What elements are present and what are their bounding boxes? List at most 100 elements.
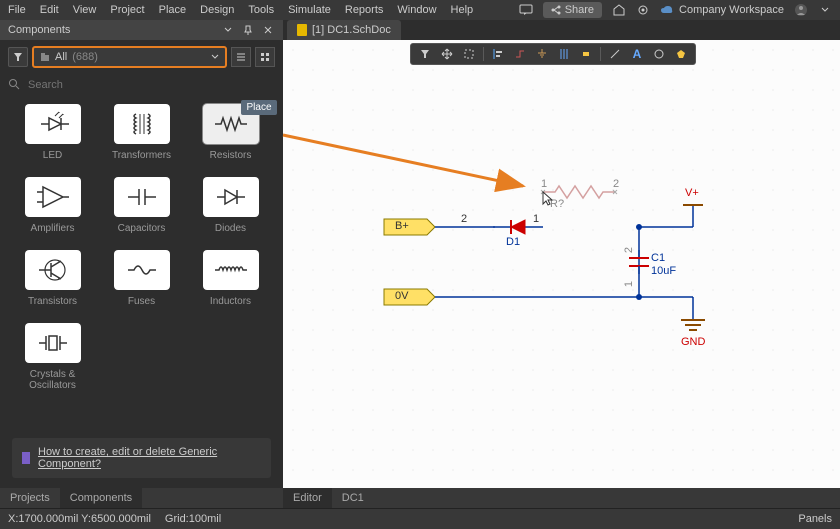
port-bplus-label: B+	[395, 220, 409, 232]
component-label: Diodes	[215, 223, 246, 234]
drag-arrow	[283, 40, 840, 240]
component-transformers[interactable]: Transformers	[101, 100, 182, 165]
panel-header: Components	[0, 20, 283, 40]
panel-title: Components	[8, 24, 70, 36]
bookmark-icon	[20, 451, 32, 465]
category-dropdown[interactable]: All (688)	[32, 46, 227, 68]
doc-tab-label: [1] DC1.SchDoc	[312, 24, 391, 36]
panels-button[interactable]: Panels	[798, 513, 832, 525]
pin-icon[interactable]	[241, 23, 255, 37]
panel-dropdown-icon[interactable]	[221, 23, 235, 37]
ghost-pin2: 2	[613, 178, 619, 190]
d1-ref: D1	[506, 236, 520, 248]
user-avatar[interactable]	[794, 3, 808, 17]
c1-pin2: 2	[623, 247, 635, 253]
polygon-icon[interactable]	[671, 45, 691, 63]
cloud-icon	[660, 5, 674, 15]
chevron-down-icon[interactable]	[818, 3, 832, 17]
home-icon[interactable]	[612, 3, 626, 17]
component-icon[interactable]	[576, 45, 596, 63]
share-label: Share	[565, 4, 594, 16]
menu-simulate[interactable]: Simulate	[288, 4, 331, 16]
component-label: Crystals & Oscillators	[12, 369, 93, 391]
component-diodes[interactable]: Diodes	[190, 173, 271, 238]
menu-reports[interactable]: Reports	[345, 4, 384, 16]
component-capacitors[interactable]: Capacitors	[101, 173, 182, 238]
port-0v[interactable]	[383, 288, 437, 306]
cursor-icon	[539, 190, 555, 208]
schematic-toolbar: A	[410, 43, 696, 65]
c1-pin1: 1	[623, 281, 635, 287]
move-icon[interactable]	[437, 45, 457, 63]
menu-tools[interactable]: Tools	[248, 4, 274, 16]
wire	[435, 296, 639, 298]
menu-right: Share Company Workspace	[519, 2, 832, 18]
menu-view[interactable]: View	[73, 4, 97, 16]
component-inductors[interactable]: Inductors	[190, 246, 271, 311]
ghost-pin1: 1	[541, 178, 547, 190]
gnd-icon[interactable]	[532, 45, 552, 63]
select-icon[interactable]	[459, 45, 479, 63]
filter-row: All (688)	[0, 40, 283, 74]
menu-project[interactable]: Project	[110, 4, 144, 16]
search-icon	[8, 78, 22, 92]
search-row	[0, 74, 283, 100]
filter-icon[interactable]	[415, 45, 435, 63]
category-count: (688)	[72, 51, 98, 63]
menu-left: File Edit View Project Place Design Tool…	[8, 4, 473, 16]
port-0v-label: 0V	[395, 290, 408, 302]
component-label: Transformers	[112, 150, 171, 161]
circle-icon[interactable]	[649, 45, 669, 63]
statusbar: X:1700.000mil Y:6500.000mil Grid:100mil …	[0, 508, 840, 529]
bottom-tabs: Projects Components Editor DC1	[0, 488, 840, 508]
tab-dc1[interactable]: DC1	[332, 488, 374, 508]
menu-help[interactable]: Help	[451, 4, 474, 16]
tab-projects[interactable]: Projects	[0, 488, 60, 508]
c1-val: 10uF	[651, 265, 676, 277]
folder-icon	[40, 52, 50, 62]
doc-tab[interactable]: [1] DC1.SchDoc	[287, 20, 401, 40]
chevron-down-icon	[211, 54, 219, 60]
comment-icon[interactable]	[519, 3, 533, 17]
bus-icon[interactable]	[554, 45, 574, 63]
grid-view-icon[interactable]	[255, 47, 275, 67]
status-grid: Grid:100mil	[165, 513, 221, 525]
menu-window[interactable]: Window	[397, 4, 436, 16]
text-icon[interactable]: A	[627, 45, 647, 63]
help-link[interactable]: How to create, edit or delete Generic Co…	[12, 438, 271, 478]
align-left-icon[interactable]	[488, 45, 508, 63]
d1-pin1: 1	[533, 213, 539, 225]
gear-icon[interactable]	[636, 3, 650, 17]
category-label: All	[55, 51, 67, 63]
list-view-icon[interactable]	[231, 47, 251, 67]
component-resistors[interactable]: PlaceResistors	[190, 100, 271, 165]
schematic-canvas[interactable]: 1 2 R? B+ 2 1 D1 0V	[283, 40, 840, 488]
menu-design[interactable]: Design	[200, 4, 234, 16]
component-label: Inductors	[210, 296, 251, 307]
component-label: Resistors	[210, 150, 252, 161]
help-link-label: How to create, edit or delete Generic Co…	[38, 446, 263, 470]
wire-icon[interactable]	[510, 45, 530, 63]
workspace-selector[interactable]: Company Workspace	[660, 4, 784, 16]
port-bplus[interactable]	[383, 218, 437, 236]
status-coords: X:1700.000mil Y:6500.000mil	[8, 513, 151, 525]
share-button[interactable]: Share	[543, 2, 602, 18]
close-icon[interactable]	[261, 23, 275, 37]
component-amplifiers[interactable]: Amplifiers	[12, 173, 93, 238]
component-transistors[interactable]: Transistors	[12, 246, 93, 311]
menu-place[interactable]: Place	[159, 4, 187, 16]
share-icon	[551, 5, 561, 15]
component-label: Capacitors	[118, 223, 166, 234]
tab-components[interactable]: Components	[60, 488, 142, 508]
menu-edit[interactable]: Edit	[40, 4, 59, 16]
component-crystals[interactable]: Crystals & Oscillators	[12, 319, 93, 395]
search-input[interactable]	[28, 79, 275, 91]
filter-icon[interactable]	[8, 47, 28, 67]
menu-file[interactable]: File	[8, 4, 26, 16]
component-label: Amplifiers	[31, 223, 75, 234]
line-icon[interactable]	[605, 45, 625, 63]
c1-ref: C1	[651, 252, 665, 264]
component-led[interactable]: LED	[12, 100, 93, 165]
tab-editor[interactable]: Editor	[283, 488, 332, 508]
component-fuses[interactable]: Fuses	[101, 246, 182, 311]
